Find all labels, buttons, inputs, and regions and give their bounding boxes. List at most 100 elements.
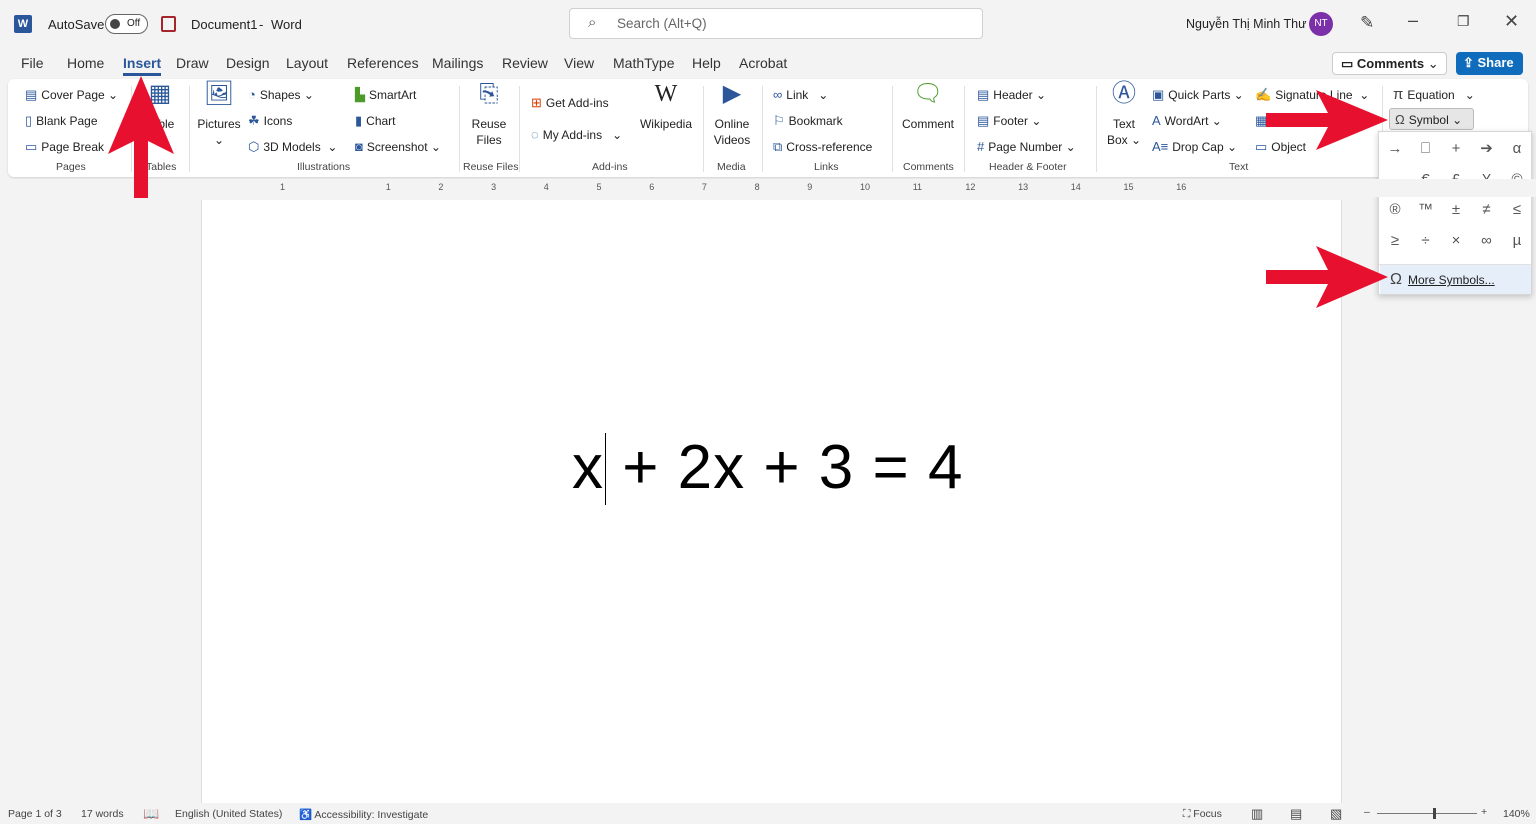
- get-addins-button[interactable]: ⊞ Get Add-ins: [531, 95, 609, 111]
- focus-button[interactable]: ⛶ Focus: [1183, 808, 1222, 821]
- blank-page-button[interactable]: ▯ Blank Page: [25, 113, 98, 129]
- status-bar: Page 1 of 3 17 words 📖 English (United S…: [0, 803, 1536, 824]
- zoom-level[interactable]: 140%: [1503, 808, 1530, 820]
- web-layout-icon[interactable]: ▧: [1330, 806, 1342, 822]
- text-box-button[interactable]: Ⓐ Text Box ⌄: [1104, 82, 1144, 148]
- drop-cap-button[interactable]: A≡ Drop Cap ⌄: [1152, 139, 1237, 154]
- chart-button[interactable]: ▮ Chart: [355, 113, 396, 129]
- label: WordArt: [1164, 114, 1209, 128]
- cross-reference-button[interactable]: ⧉ Cross-reference: [773, 139, 872, 155]
- accessibility-status[interactable]: ♿ Accessibility: Investigate: [299, 808, 428, 821]
- label: Blank Page: [36, 114, 98, 128]
- symbol-item[interactable]: ∞: [1472, 226, 1502, 256]
- symbol-item[interactable]: ×: [1441, 226, 1471, 256]
- symbol-item[interactable]: ®: [1380, 195, 1410, 225]
- page-break-button[interactable]: ▭ Page Break: [25, 139, 104, 155]
- divider: [964, 86, 965, 172]
- search-box[interactable]: ⌕ Search (Alt+Q): [569, 8, 983, 39]
- quick-parts-icon: ▣: [1152, 87, 1165, 102]
- symbol-button[interactable]: Ω Symbol ⌄: [1389, 108, 1474, 130]
- close-icon[interactable]: ✕: [1504, 11, 1519, 32]
- read-mode-icon[interactable]: ▥: [1251, 806, 1263, 822]
- wikipedia-button[interactable]: W Wikipedia: [636, 82, 696, 132]
- tab-help[interactable]: Help: [692, 55, 721, 71]
- header-button[interactable]: ▤ Header ⌄: [977, 87, 1046, 103]
- avatar[interactable]: NT: [1309, 12, 1333, 36]
- tab-view[interactable]: View: [564, 55, 594, 71]
- share-button[interactable]: ⇪ Share: [1456, 52, 1523, 75]
- vertical-ruler[interactable]: [0, 200, 20, 800]
- bookmark-button[interactable]: ⚐ Bookmark: [773, 113, 843, 129]
- equation-button[interactable]: π Equation ⌄: [1393, 86, 1475, 103]
- symbol-item[interactable]: ≠: [1472, 195, 1502, 225]
- zoom-out-button[interactable]: –: [1364, 806, 1370, 818]
- more-symbols-item[interactable]: Ω More Symbols...: [1380, 265, 1531, 294]
- label: Comment: [901, 117, 954, 131]
- zoom-in-button[interactable]: +: [1481, 806, 1487, 818]
- symbol-item[interactable]: ±: [1441, 195, 1471, 225]
- zoom-slider-thumb[interactable]: [1432, 808, 1436, 819]
- app-name: Word: [271, 17, 302, 32]
- autosave-toggle[interactable]: Off: [105, 14, 148, 34]
- symbol-item[interactable]: µ: [1502, 226, 1532, 256]
- footer-button[interactable]: ▤ Footer ⌄: [977, 113, 1041, 129]
- zoom-slider[interactable]: [1377, 813, 1477, 814]
- group-label-comments: Comments: [903, 161, 954, 173]
- online-video-icon: ▶: [722, 80, 742, 107]
- pen-icon[interactable]: ✎: [1360, 13, 1374, 33]
- comment-button[interactable]: 🗨 Comment: [898, 82, 958, 132]
- tab-layout[interactable]: Layout: [286, 55, 328, 71]
- page-count[interactable]: Page 1 of 3: [8, 808, 62, 820]
- quick-parts-button[interactable]: ▣ Quick Parts ⌄: [1152, 87, 1244, 103]
- divider: [762, 86, 763, 172]
- online-videos-button[interactable]: ▶ Online Videos: [709, 80, 755, 148]
- smartart-button[interactable]: ▙ SmartArt: [355, 87, 416, 103]
- document-text[interactable]: x + 2x + 3 = 4: [572, 432, 963, 503]
- document-page[interactable]: x + 2x + 3 = 4: [201, 200, 1342, 810]
- cover-page-button[interactable]: ▤ Cover Page ⌄: [25, 87, 118, 103]
- symbol-item[interactable]: +: [1441, 134, 1471, 164]
- screenshot-button[interactable]: ◙ Screenshot ⌄: [355, 139, 441, 154]
- tab-review[interactable]: Review: [502, 55, 548, 71]
- symbol-item[interactable]: ⎕: [1411, 134, 1441, 164]
- tab-acrobat[interactable]: Acrobat: [739, 55, 787, 71]
- tab-references[interactable]: References: [347, 55, 419, 71]
- ruler-number: 4: [543, 182, 549, 192]
- tab-draw[interactable]: Draw: [176, 55, 209, 71]
- wordart-button[interactable]: A WordArt ⌄: [1152, 113, 1222, 128]
- comments-button[interactable]: ▭ Comments ⌄: [1332, 52, 1447, 75]
- language[interactable]: English (United States): [175, 808, 282, 820]
- icons-icon: ☘: [248, 113, 260, 128]
- symbol-item[interactable]: α: [1502, 134, 1532, 164]
- drop-cap-icon: A≡: [1152, 139, 1169, 154]
- tab-mailings[interactable]: Mailings: [432, 55, 483, 71]
- symbol-item[interactable]: ➔: [1472, 134, 1502, 164]
- horizontal-ruler[interactable]: 1 1 2 3 4 5 6 7 8 9 10 11 12 13 14 15 16: [0, 179, 1536, 197]
- symbol-item[interactable]: ™: [1411, 195, 1441, 225]
- tab-mathtype[interactable]: MathType: [613, 55, 674, 71]
- save-icon[interactable]: [161, 16, 176, 32]
- print-layout-icon[interactable]: ▤: [1290, 806, 1302, 822]
- symbol-item[interactable]: ÷: [1411, 226, 1441, 256]
- pictures-button[interactable]: 🖼 Pictures ⌄: [197, 82, 241, 148]
- tab-design[interactable]: Design: [226, 55, 270, 71]
- tab-file[interactable]: File: [21, 55, 44, 71]
- tab-home[interactable]: Home: [67, 55, 104, 71]
- reuse-files-button[interactable]: ⎘ Reuse Files: [466, 82, 512, 148]
- restore-icon[interactable]: ❐: [1457, 13, 1470, 30]
- my-addins-button[interactable]: ◌ My Add-ins ⌄: [531, 127, 622, 142]
- tab-insert[interactable]: Insert: [123, 55, 162, 76]
- link-button[interactable]: ∞ Link ⌄: [773, 87, 828, 102]
- 3d-models-button[interactable]: ⬡ 3D Models ⌄: [248, 139, 337, 155]
- shapes-button[interactable]: ◔ Shapes ⌄: [248, 87, 314, 102]
- symbol-item[interactable]: ≤: [1502, 195, 1532, 225]
- proofing-icon[interactable]: 📖: [143, 806, 159, 822]
- page-number-button[interactable]: # Page Number ⌄: [977, 139, 1076, 154]
- icons-button[interactable]: ☘ Icons: [248, 113, 292, 129]
- word-count[interactable]: 17 words: [81, 808, 124, 820]
- title-separator: -: [259, 17, 264, 32]
- label: Files: [476, 133, 502, 147]
- minimize-icon[interactable]: –: [1408, 10, 1418, 31]
- text-cursor: [605, 433, 606, 505]
- user-name[interactable]: Nguyễn Thị Minh Thư: [1186, 17, 1306, 31]
